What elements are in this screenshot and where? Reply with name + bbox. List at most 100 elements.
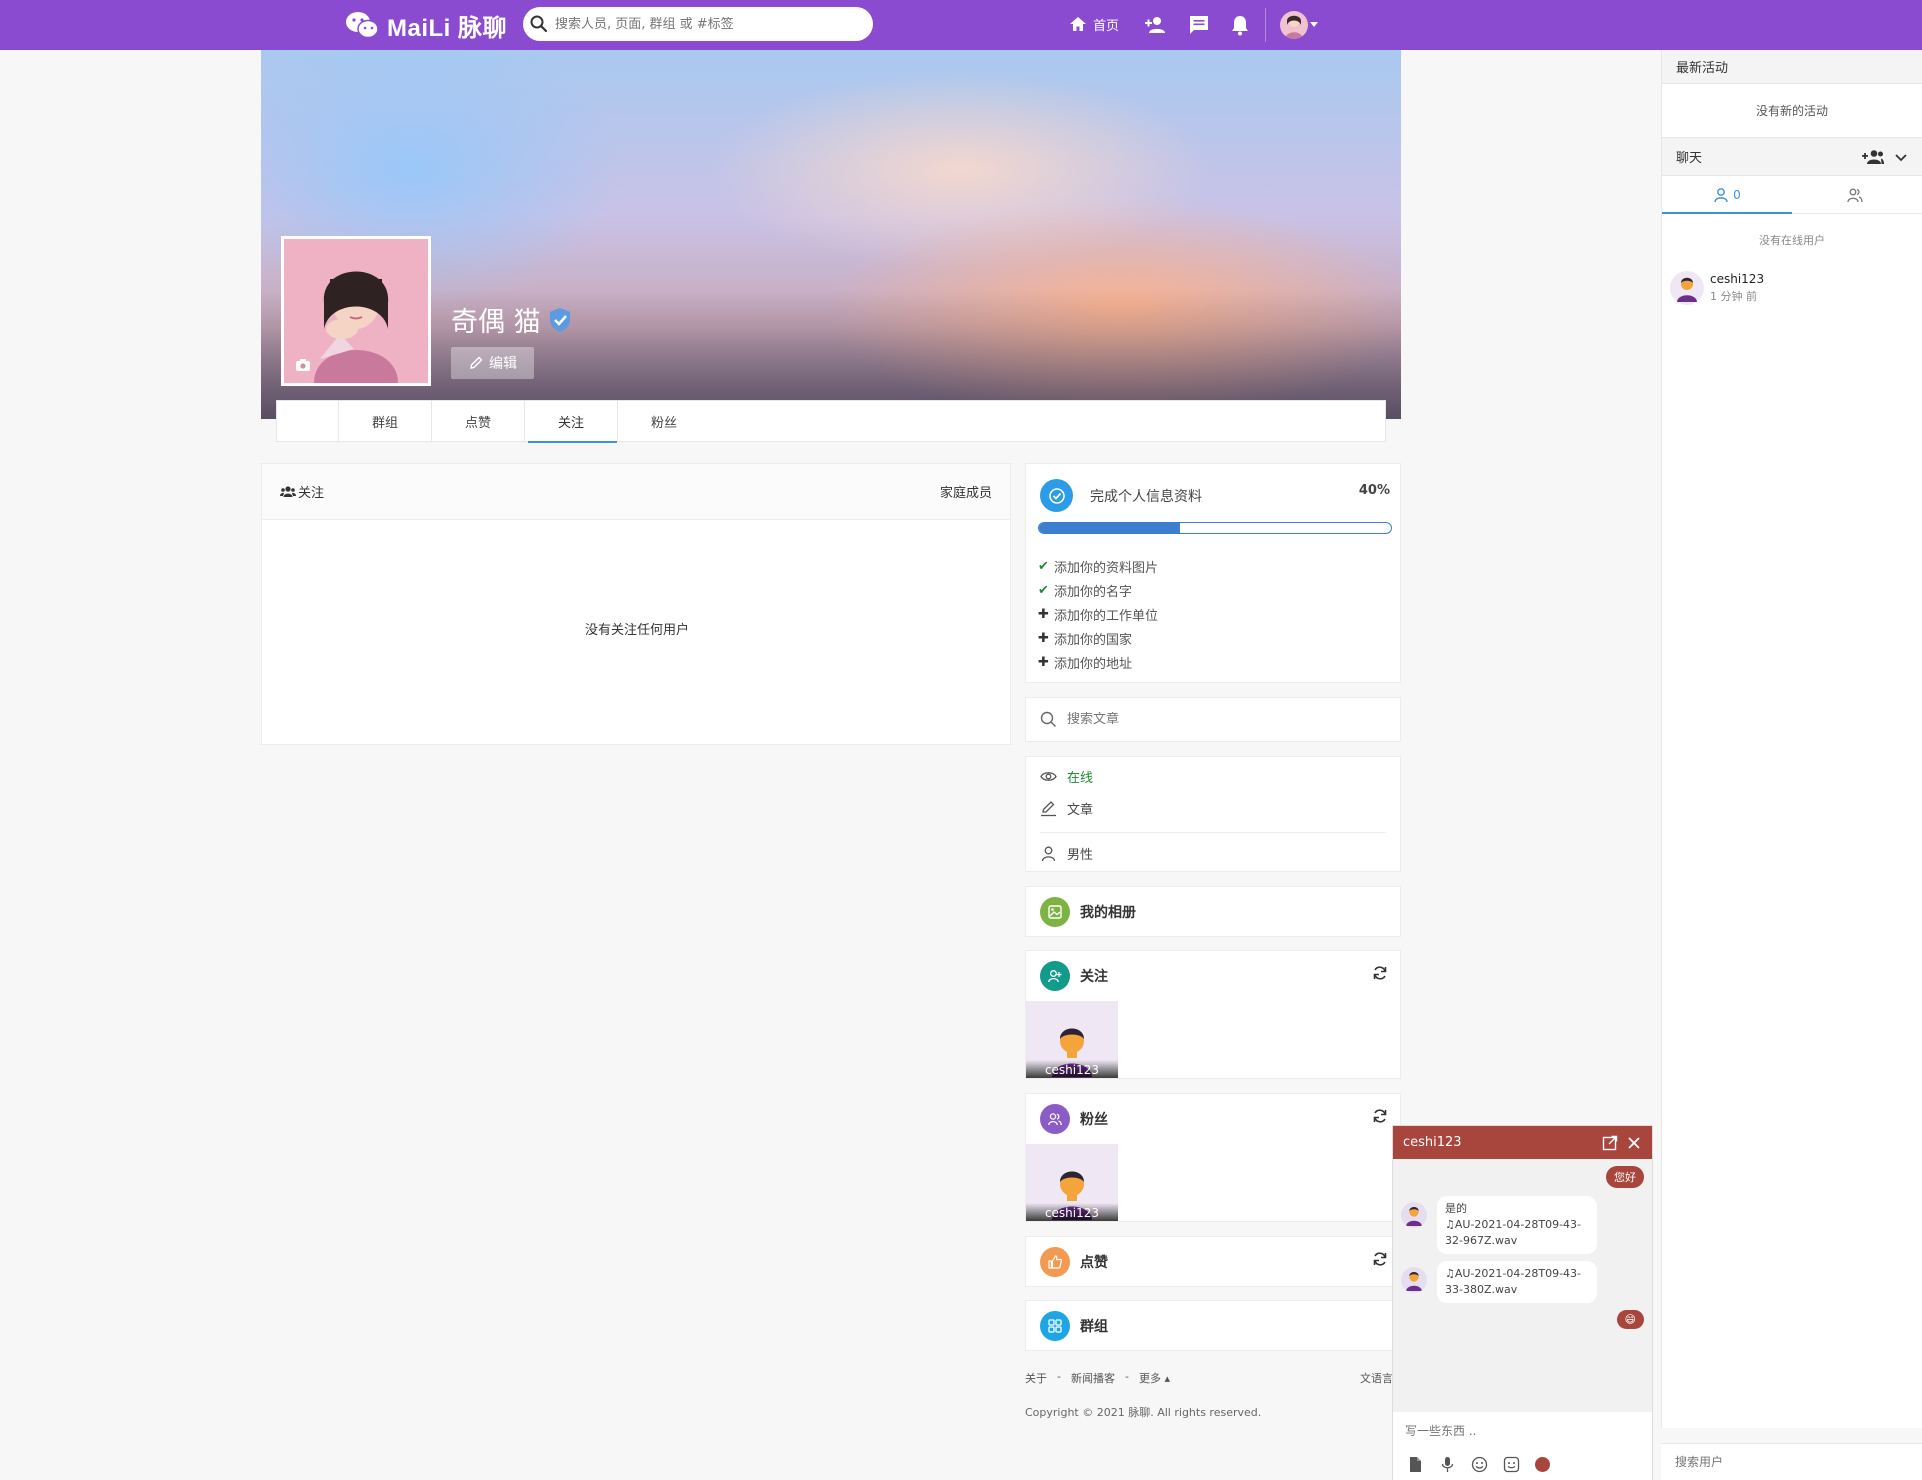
completion-item[interactable]: ✚ 添加你的国家 [1038, 626, 1158, 650]
global-search[interactable] [523, 7, 873, 41]
home-icon [1070, 17, 1086, 31]
plus-icon: ✚ [1038, 606, 1049, 622]
avatar [1670, 271, 1704, 305]
nav-home-link[interactable]: 首页 [1068, 14, 1119, 34]
profile-name: 奇偶 猫 [451, 300, 573, 339]
close-icon[interactable] [1626, 1135, 1642, 1151]
profile-completion-list: ✔ 添加你的资料图片 ✔ 添加你的名字 ✚ 添加你的工作单位 ✚ 添加你的国家 ✚ 添加你… [1038, 554, 1158, 674]
message-bubble: ♫AU-2021-04-28T09-43-33-380Z.wav [1437, 1261, 1597, 1303]
pencil-icon [470, 356, 483, 369]
albums-section[interactable]: 我的相册 [1025, 886, 1401, 937]
profile-completion-title: 完成个人信息资料 [1090, 489, 1202, 505]
messages-icon[interactable] [1187, 13, 1211, 37]
add-user-icon[interactable] [1143, 13, 1167, 37]
plus-icon: ✚ [1038, 654, 1049, 670]
footer-about-link[interactable]: 关于 [1025, 1370, 1047, 1386]
chevron-down-icon[interactable] [1894, 150, 1908, 164]
tab-online-users[interactable]: 0 [1662, 176, 1792, 214]
music-note-icon: ♫ [1445, 1218, 1455, 1231]
audio-attachment[interactable]: ♫AU-2021-04-28T09-43-32-967Z.wav [1445, 1217, 1589, 1249]
no-online-users-message: 没有在线用户 [1759, 234, 1825, 247]
edit-profile-button[interactable]: 编辑 [451, 347, 534, 379]
checkmark-icon: ✔ [1038, 582, 1049, 598]
checkmark-icon: ✔ [1038, 558, 1049, 574]
file-icon[interactable] [1407, 1456, 1424, 1473]
groups-widget-header: 群组 [1040, 1311, 1108, 1341]
footer-more-label: 更多 [1138, 1372, 1161, 1385]
family-members-link[interactable]: 家庭成员 [940, 482, 992, 501]
bell-icon[interactable] [1228, 13, 1252, 37]
following-user-card[interactable]: ceshi123 [1026, 1001, 1118, 1078]
chevron-down-icon[interactable] [1310, 22, 1318, 27]
footer-more-link[interactable]: 更多 ▴ [1139, 1370, 1170, 1386]
tab-likes[interactable]: 点赞 [431, 401, 524, 442]
camera-icon[interactable] [296, 359, 310, 371]
following-panel: 关注 家庭成员 没有关注任何用户 [261, 463, 1011, 745]
online-count: 0 [1733, 187, 1741, 202]
message-text: 是的 [1445, 1202, 1467, 1215]
post-search-input[interactable] [1067, 712, 1367, 727]
edit-profile-label: 编辑 [489, 356, 517, 372]
pencil-icon [1041, 801, 1056, 817]
chat-message-incoming: 是的 ♫AU-2021-04-28T09-43-32-967Z.wav [1401, 1196, 1597, 1254]
completion-item[interactable]: ✚ 添加你的地址 [1038, 650, 1158, 674]
emoji-icon[interactable] [1471, 1456, 1488, 1473]
refresh-icon[interactable] [1372, 965, 1388, 981]
likes-widget: 点赞 [1025, 1236, 1401, 1287]
completion-item[interactable]: ✚ 添加你的工作单位 [1038, 602, 1158, 626]
completion-item[interactable]: ✔ 添加你的资料图片 [1038, 554, 1158, 578]
footer-separator: - [1124, 1370, 1129, 1383]
language-selector[interactable]: 文语言 [1360, 1370, 1393, 1386]
profile-completion-progress [1038, 522, 1392, 534]
tab-followers[interactable]: 粉丝 [617, 401, 710, 442]
posts-link[interactable]: 文章 [1040, 799, 1093, 818]
add-user-icon [1040, 961, 1070, 991]
following-user-name: ceshi123 [1026, 1060, 1118, 1078]
add-group-icon[interactable] [1862, 149, 1884, 165]
record-button[interactable] [1535, 1457, 1550, 1472]
divider [1040, 832, 1386, 833]
refresh-icon[interactable] [1372, 1108, 1388, 1124]
user-menu-avatar[interactable] [1280, 11, 1308, 39]
progress-fill [1039, 523, 1180, 533]
completion-item-text: 添加你的资料图片 [1054, 560, 1159, 576]
footer-blog-link[interactable]: 新闻播客 [1071, 1370, 1115, 1386]
profile-cover: 奇偶 猫 编辑 [261, 50, 1401, 419]
global-search-input[interactable] [555, 16, 855, 32]
online-status-text: 在线 [1067, 771, 1094, 786]
image-icon [1040, 897, 1070, 927]
profile-tabs: 群组 点赞 关注 粉丝 [276, 400, 1386, 443]
refresh-icon[interactable] [1372, 1251, 1388, 1267]
user-search-input[interactable] [1675, 1455, 1905, 1469]
completion-item[interactable]: ✔ 添加你的名字 [1038, 578, 1158, 602]
following-empty-message: 没有关注任何用户 [584, 623, 689, 638]
sticker-icon[interactable] [1503, 1456, 1520, 1473]
nav-separator [1265, 8, 1266, 42]
brand-logo[interactable]: MaiLi 脉聊 [345, 8, 507, 42]
tab-groups[interactable]: 群组 [338, 401, 431, 442]
followers-widget-title: 粉丝 [1080, 1112, 1108, 1128]
caret-up-icon: ▴ [1164, 1372, 1170, 1385]
likes-widget-title: 点赞 [1080, 1255, 1108, 1271]
tab-group-chats[interactable] [1792, 176, 1922, 213]
recent-chat-user[interactable]: ceshi123 1 分钟 前 [1670, 271, 1764, 305]
wechat-logo-icon [346, 12, 379, 39]
audio-attachment[interactable]: ♫AU-2021-04-28T09-43-33-380Z.wav [1445, 1266, 1589, 1298]
user-search [1661, 1443, 1922, 1480]
grid-icon [1040, 1311, 1070, 1341]
microphone-icon[interactable] [1439, 1456, 1456, 1473]
chat-window: ceshi123 您好 是的 ♫AU-2021-04-28T09-43-32-9… [1392, 1125, 1653, 1480]
plus-icon: ✚ [1038, 630, 1049, 646]
check-circle-icon [1040, 479, 1073, 512]
tab-following[interactable]: 关注 [524, 401, 617, 443]
chat-message-input[interactable] [1405, 1423, 1635, 1438]
verified-badge-icon [549, 307, 570, 332]
profile-picture[interactable] [281, 236, 431, 386]
online-status: 在线 [1040, 767, 1093, 786]
follower-user-card[interactable]: ceshi123 [1026, 1144, 1118, 1221]
audio-file-name: AU-2021-04-28T09-43-33-380Z.wav [1445, 1267, 1581, 1296]
audio-file-name: AU-2021-04-28T09-43-32-967Z.wav [1445, 1218, 1581, 1247]
profile-completion-card: 完成个人信息资料 40% ✔ 添加你的资料图片 ✔ 添加你的名字 ✚ 添加你的工作单位… [1025, 463, 1401, 683]
external-link-icon[interactable] [1602, 1135, 1618, 1151]
chat-toolbar [1393, 1449, 1652, 1480]
